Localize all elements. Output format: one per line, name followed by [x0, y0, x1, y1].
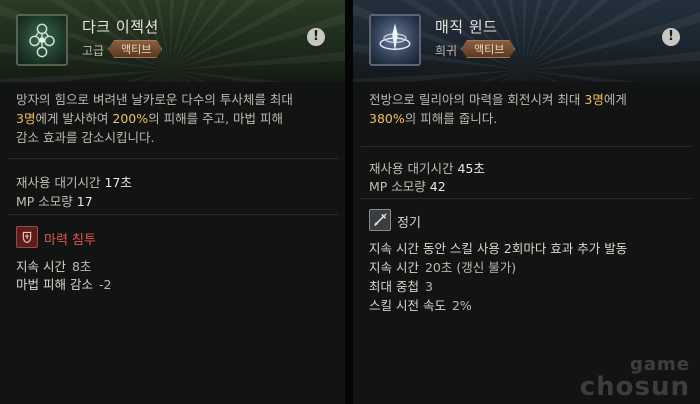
stat-cooldown: 재사용 대기시간 17초: [16, 172, 132, 191]
effect-label: 지속 시간: [16, 259, 66, 274]
dark-ejection-skill-icon: [16, 14, 68, 66]
magic-wind-skill-icon: [369, 14, 421, 66]
effect-value: 20초 (갱신 불가): [424, 260, 517, 275]
effect-duration: 지속 시간 8초: [16, 256, 91, 275]
skill-card-magic-wind: 매직 윈드 희귀 액티브 ! 전방으로 릴리아의 마력을 회전시켜 최대 3명에…: [353, 0, 700, 404]
effect-magic-damage-reduction: 마법 피해 감소 -2: [16, 274, 111, 293]
exclamation-icon[interactable]: !: [662, 28, 680, 46]
skill-name: 다크 이젝션: [82, 18, 159, 36]
divider-line: [8, 214, 338, 215]
stat-value: 42: [429, 179, 446, 194]
watermark-line2: chosun: [579, 372, 690, 402]
skill-grade: 고급: [82, 44, 105, 58]
mana-seep-icon: [16, 226, 38, 248]
stat-label: 재사용 대기시간: [369, 161, 454, 176]
effect-label: 최대 중첩: [369, 279, 419, 294]
description-line: 3명에게 발사하여 200%의 피해를 주고, 마법 피해: [16, 109, 334, 128]
divider-line: [361, 198, 692, 199]
description-text: 에게: [603, 92, 627, 107]
stat-label: MP 소모량: [369, 179, 426, 194]
highlight-targets: 3명: [584, 92, 604, 107]
effect-value: 8초: [71, 259, 92, 274]
divider-line: [8, 158, 338, 159]
highlight-damage: 200%: [112, 111, 149, 126]
highlight-targets: 3명: [16, 111, 36, 126]
effect-label: 마법 피해 감소: [16, 277, 93, 292]
skill-type-tag: 액티브: [108, 40, 162, 58]
divider-line: [361, 146, 692, 147]
description-line: 감소 효과를 감소시킵니다.: [16, 130, 155, 145]
stat-label: 재사용 대기시간: [16, 175, 101, 190]
effect-value: 2%: [451, 298, 472, 313]
stat-value: 17초: [104, 175, 132, 190]
description-line: 망자의 힘으로 벼려낸 날카로운 다수의 투사체를 최대: [16, 92, 293, 107]
skill-description: 전방으로 릴리아의 마력을 회전시켜 최대 3명에게 380%의 피해를 줍니다…: [369, 90, 687, 128]
highlight-damage: 380%: [369, 111, 405, 126]
stat-value: 45초: [457, 161, 485, 176]
skill-description: 망자의 힘으로 벼려낸 날카로운 다수의 투사체를 최대 3명에게 발사하여 2…: [16, 90, 334, 147]
effect-trigger-rule: 지속 시간 동안 스킬 사용 2회마다 효과 추가 발동: [369, 238, 627, 257]
description-line: 380%의 피해를 줍니다.: [369, 109, 687, 128]
panel-divider: [345, 0, 353, 404]
effect-label: 지속 시간: [369, 260, 419, 275]
stat-mp-cost: MP 소모량 17: [16, 191, 93, 210]
stat-mp-cost: MP 소모량 42: [369, 176, 446, 195]
effect-duration: 지속 시간 20초 (갱신 불가): [369, 257, 516, 276]
stat-value: 17: [76, 194, 93, 209]
description-line: 전방으로 릴리아의 마력을 회전시켜 최대 3명에게: [369, 90, 687, 109]
skill-grade: 희귀: [435, 44, 458, 58]
skill-name: 매직 윈드: [435, 18, 498, 36]
effect-title: 마력 침투: [44, 233, 96, 248]
sword-icon: [369, 209, 391, 231]
effect-cast-speed: 스킬 시전 속도 2%: [369, 295, 472, 314]
description-text: 의 피해를 줍니다.: [404, 111, 498, 126]
stat-label: MP 소모량: [16, 194, 73, 209]
effect-max-stacks: 최대 중첩 3: [369, 276, 433, 295]
skill-type-tag: 액티브: [461, 40, 515, 58]
description-text: 의 피해를 주고, 마법 피해: [148, 111, 284, 126]
skill-card-dark-ejection: 다크 이젝션 고급 액티브 ! 망자의 힘으로 벼려낸 날카로운 다수의 투사체…: [0, 0, 345, 404]
effect-label: 스킬 시전 속도: [369, 298, 446, 313]
exclamation-icon[interactable]: !: [307, 28, 325, 46]
effect-label: 지속 시간 동안 스킬 사용 2회마다 효과 추가 발동: [369, 241, 628, 256]
watermark: game chosun: [579, 356, 690, 402]
description-text: 에게 발사하여: [35, 111, 113, 126]
effect-value: 3: [424, 279, 433, 294]
description-text: 전방으로 릴리아의 마력을 회전시켜 최대: [369, 92, 585, 107]
effect-title: 정기: [397, 216, 421, 231]
effect-value: -2: [98, 277, 112, 292]
stat-cooldown: 재사용 대기시간 45초: [369, 158, 485, 177]
